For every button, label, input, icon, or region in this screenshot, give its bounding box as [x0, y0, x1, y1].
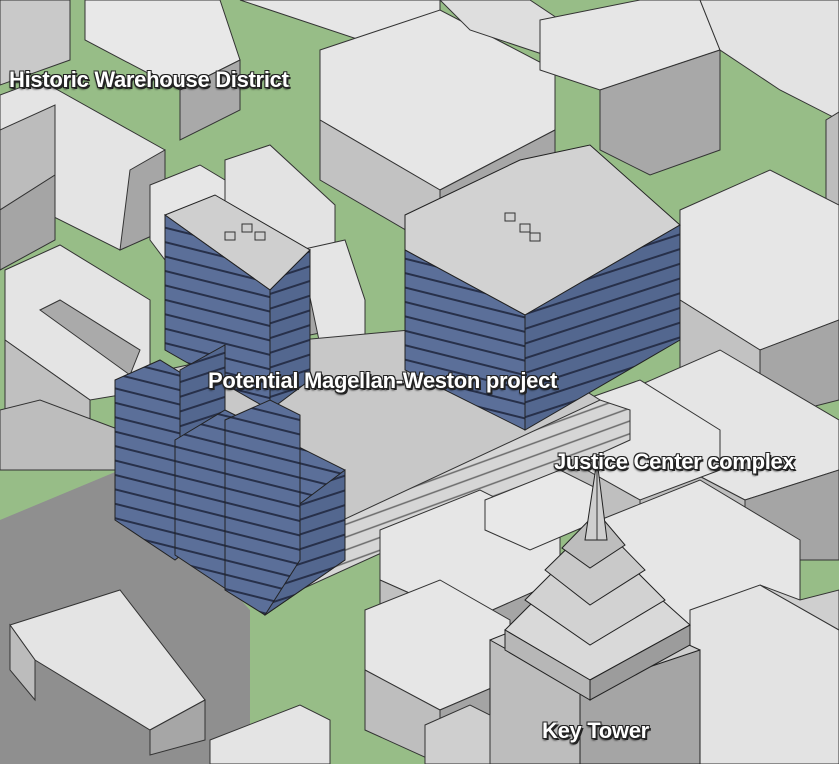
- label-justice-center-complex: Justice Center complex: [554, 449, 795, 474]
- label-magellan-weston-project: Potential Magellan-Weston project: [208, 368, 558, 393]
- label-key-tower: Key Tower: [542, 718, 649, 743]
- label-historic-warehouse-district: Historic Warehouse District: [9, 67, 289, 92]
